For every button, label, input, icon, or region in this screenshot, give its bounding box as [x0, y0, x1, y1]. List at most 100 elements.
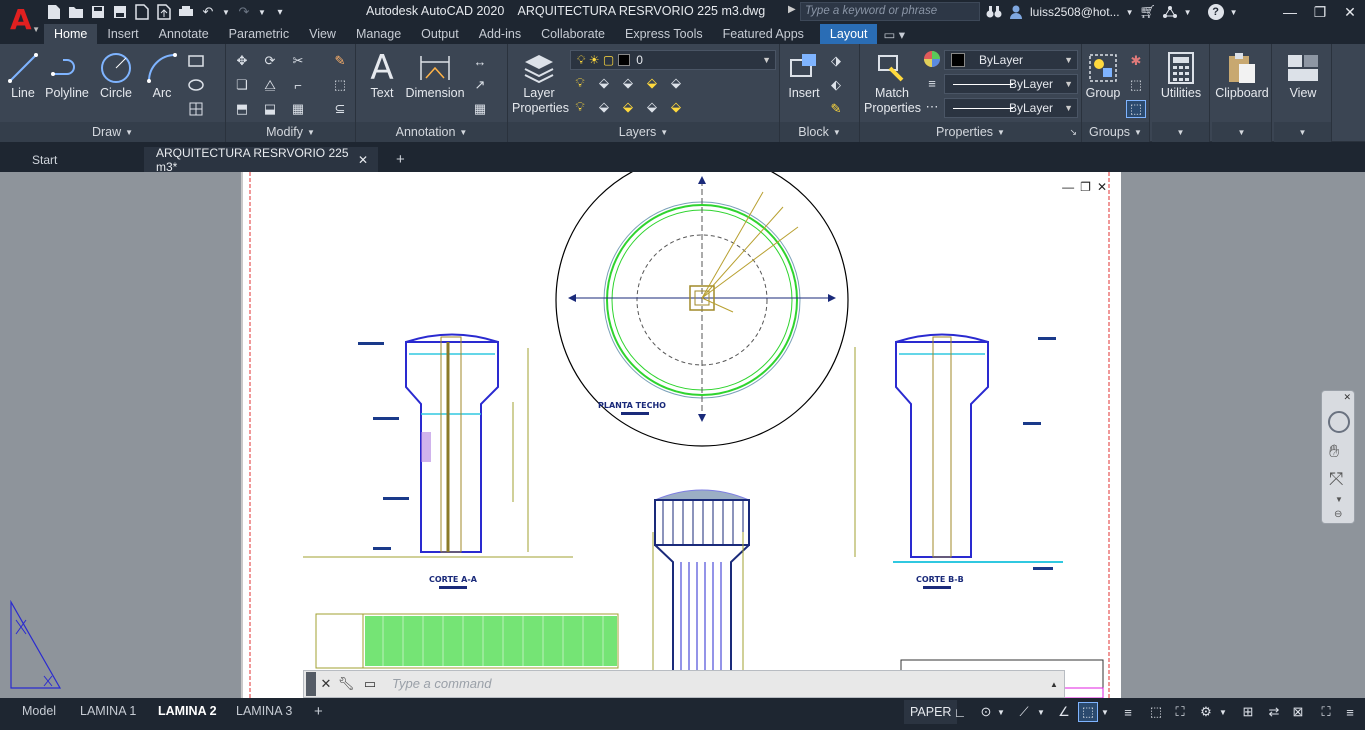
erase-icon[interactable]: ✎ — [330, 52, 350, 70]
chevron-down-icon[interactable]: ▼ — [222, 4, 230, 20]
plot-icon[interactable] — [178, 4, 194, 20]
close-icon[interactable]: ✕ — [358, 153, 368, 167]
annotation-scale-icon[interactable]: ⛶ — [1170, 702, 1190, 722]
layer-change-icon[interactable]: ⬙ — [666, 98, 686, 116]
customization-menu-icon[interactable]: ≡ — [1340, 702, 1360, 722]
color-wheel-icon[interactable] — [922, 50, 942, 68]
chevron-down-icon[interactable]: ▼ — [1184, 4, 1192, 20]
layer-properties-button[interactable]: Layer Properties — [512, 50, 569, 116]
layer-lock-icon[interactable]: ⬙ — [642, 74, 662, 92]
tab-add-ins[interactable]: Add-ins — [469, 24, 531, 44]
layer-freeze-icon[interactable]: ⬙ — [618, 74, 638, 92]
layer-unlock-icon[interactable]: ⬙ — [642, 98, 662, 116]
layer-thaw-icon[interactable]: ⬙ — [618, 98, 638, 116]
workspace-switch-icon[interactable]: ⇄ — [1264, 702, 1284, 722]
dimension-button[interactable]: Dimension — [404, 50, 466, 101]
leader-icon[interactable]: ↗ — [470, 76, 490, 94]
tab-output[interactable]: Output — [411, 24, 469, 44]
modify-panel-title[interactable]: Modify ▼ — [226, 122, 355, 142]
array-icon[interactable]: ▦ — [288, 100, 308, 118]
tab-insert[interactable]: Insert — [97, 24, 148, 44]
edit-block-icon[interactable]: ⬖ — [826, 76, 846, 94]
minimize-icon[interactable]: — — [1062, 180, 1074, 194]
command-prompt-icon[interactable]: ▭ — [360, 674, 380, 694]
group-edit-icon[interactable]: ⬚ — [1126, 76, 1146, 94]
ortho-icon[interactable]: ⟋ — [1014, 702, 1034, 722]
table-icon[interactable]: ▦ — [470, 100, 490, 118]
linetype-icon[interactable]: ⋯ — [922, 98, 942, 116]
start-tab[interactable]: Start — [20, 147, 144, 172]
tab-view[interactable]: View — [299, 24, 346, 44]
rectangle-icon[interactable] — [186, 52, 206, 70]
layers-panel-title[interactable]: Layers ▼ — [508, 122, 779, 142]
tab-parametric[interactable]: Parametric — [219, 24, 299, 44]
utilities-button[interactable]: Utilities — [1154, 50, 1208, 101]
clean-screen-icon[interactable]: ⛶ — [1316, 702, 1336, 722]
chevron-down-icon[interactable]: ▼ — [1100, 702, 1110, 722]
binoculars-icon[interactable] — [986, 4, 1002, 20]
annotation-monitor-icon[interactable]: ⊞ — [1238, 702, 1258, 722]
copy-icon[interactable]: ❏ — [232, 76, 252, 94]
help-icon[interactable]: ? — [1207, 4, 1224, 20]
redo-icon[interactable]: ↷ — [236, 4, 252, 20]
trim-icon[interactable]: ✂ — [288, 52, 308, 70]
text-button[interactable]: A Text — [364, 50, 400, 101]
settings-gear-icon[interactable]: ⚙ — [1196, 702, 1216, 722]
insert-button[interactable]: Insert — [784, 50, 824, 101]
object-snap-icon[interactable]: ⬚ — [1078, 702, 1098, 722]
application-menu-button[interactable]: A ▼ — [0, 0, 42, 40]
move-icon[interactable]: ✥ — [232, 52, 252, 70]
line-button[interactable]: Line — [6, 50, 40, 101]
snap-mode-icon[interactable]: ⊙ — [976, 702, 996, 722]
layout-tab-lamina-2[interactable]: LAMINA 2 — [150, 700, 225, 722]
arc-button[interactable]: Arc — [144, 50, 180, 101]
tab-layout[interactable]: Layout — [819, 24, 878, 44]
ungroup-icon[interactable]: ✱ — [1126, 52, 1146, 70]
rotate-icon[interactable]: ⟳ — [260, 52, 280, 70]
search-input[interactable]: Type a keyword or phrase — [800, 2, 980, 21]
chevron-right-icon[interactable]: ▶ — [788, 4, 796, 15]
command-line-grip[interactable] — [306, 672, 316, 696]
save-icon[interactable] — [90, 4, 106, 20]
utilities-expand[interactable]: ▼ — [1152, 122, 1209, 142]
close-icon[interactable]: ✕ — [1335, 0, 1365, 24]
open-from-web-icon[interactable] — [134, 4, 150, 20]
layout-tab-model[interactable]: Model — [14, 700, 64, 722]
restore-icon[interactable]: ❐ — [1305, 0, 1335, 24]
chevron-down-icon[interactable]: ▼ — [1126, 4, 1134, 20]
chevron-down-icon[interactable]: ▼ — [996, 702, 1006, 722]
tab-annotate[interactable]: Annotate — [149, 24, 219, 44]
layer-dropdown[interactable]: 💡︎ ☀︎ ▢ 0 ▼ — [570, 50, 776, 70]
new-file-icon[interactable] — [46, 4, 62, 20]
groups-panel-title[interactable]: Groups ▼ — [1082, 122, 1149, 142]
restore-icon[interactable]: ❐ — [1080, 180, 1091, 194]
scale-icon[interactable]: ⬓ — [260, 100, 280, 118]
user-icon[interactable] — [1008, 4, 1024, 20]
cart-icon[interactable]: 🛒︎ — [1139, 4, 1156, 20]
undo-icon[interactable]: ↶ — [200, 4, 216, 20]
clipboard-button[interactable]: Clipboard — [1214, 50, 1270, 101]
block-panel-title[interactable]: Block ▼ — [780, 122, 859, 142]
draw-panel-title[interactable]: Draw ▼ — [0, 122, 225, 142]
match-properties-button[interactable]: Match Properties — [864, 50, 921, 116]
edit-attributes-icon[interactable]: ✎ — [826, 100, 846, 118]
connect-icon[interactable] — [1162, 4, 1178, 20]
chevron-down-icon[interactable]: ▼ — [1036, 702, 1046, 722]
annotation-panel-title[interactable]: Annotation ▼ — [356, 122, 507, 142]
isometric-icon[interactable]: ∠ — [1054, 702, 1074, 722]
layer-match-icon[interactable]: ⬙ — [666, 74, 686, 92]
add-layout-button[interactable]: + — [306, 700, 331, 722]
linetype-dropdown[interactable]: ByLayer ▼ — [944, 74, 1078, 94]
new-tab-button[interactable]: + — [384, 147, 417, 172]
layer-previous-icon[interactable]: 💡︎ — [570, 98, 590, 116]
dialog-launcher-icon[interactable]: ↘ — [1069, 127, 1077, 138]
pan-hand-icon[interactable]: ✋︎ — [1329, 441, 1339, 462]
lineweight-toggle-icon[interactable]: ≡ — [1118, 702, 1138, 722]
layer-isolate-icon[interactable]: ⬙ — [594, 74, 614, 92]
drawing-canvas[interactable]: PLANTA TECHO CORTE A-A CORTE B-B — ❐ ✕ ✕… — [0, 172, 1365, 698]
gradient-icon[interactable] — [186, 100, 206, 118]
chevron-down-icon[interactable]: ▼ — [1335, 495, 1343, 504]
command-input[interactable]: Type a command — [386, 673, 1044, 695]
lineweight-icon[interactable]: ≡ — [922, 74, 942, 92]
linear-dim-icon[interactable]: ↔ — [470, 52, 490, 70]
